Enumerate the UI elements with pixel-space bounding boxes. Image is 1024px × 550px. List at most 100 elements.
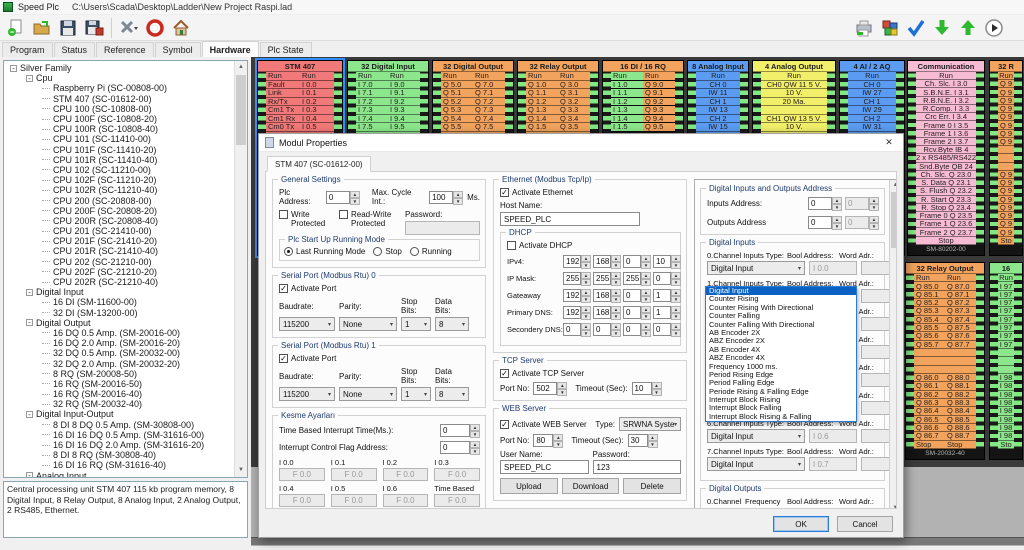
tab-symbol[interactable]: Symbol [155, 42, 201, 57]
interrupt-cell-field[interactable]: F 0.0 [279, 494, 325, 507]
interrupt-cell-field[interactable]: F 0.0 [331, 494, 377, 507]
scroll-thumb[interactable] [236, 75, 246, 145]
tree-item-32-rq-sm-20032-40[interactable]: 32 RQ (SM-20032-40) [4, 399, 233, 409]
collapse-icon[interactable]: - [26, 411, 33, 418]
ip-octet-spinner[interactable]: 168▲▼ [593, 306, 621, 319]
dropdown-item-abz-encoder-4x[interactable]: ABZ Encoder 4X [706, 354, 856, 362]
ip-octet-spinner[interactable]: 0▲▼ [653, 272, 681, 285]
ip-octet-spinner[interactable]: 255▲▼ [623, 272, 651, 285]
web-pass-field[interactable]: 123 [593, 460, 682, 474]
tab-program[interactable]: Program [2, 42, 53, 57]
inputs-type-dropdown-list[interactable]: Digital InputCounter RisingCounter Risin… [705, 286, 857, 422]
startup-radio-last-running-mode[interactable]: Last Running Mode [284, 247, 365, 256]
upload-button[interactable]: Upload [500, 478, 558, 494]
ip-octet-spinner[interactable]: 255▲▼ [563, 272, 591, 285]
tree-item-8-di-8-rq-sm-30808-40[interactable]: 8 DI 8 RQ (SM-30808-40) [4, 450, 233, 460]
dropdown-item-digital-input[interactable]: Digital Input [706, 287, 856, 295]
tree-item-cpu-102r-sc-11210-40[interactable]: CPU 102R (SC-11210-40) [4, 185, 233, 195]
tree-item-silver-family[interactable]: -Silver Family [4, 63, 233, 73]
ip-octet-spinner[interactable]: 0▲▼ [593, 323, 621, 336]
ip-octet-spinner[interactable]: 0▲▼ [623, 289, 651, 302]
ip-octet-spinner[interactable]: 255▲▼ [593, 272, 621, 285]
channels-scroll-up-icon[interactable]: ▲ [890, 180, 897, 191]
tree-item-cpu-202-sc-21210-00[interactable]: CPU 202 (SC-21210-00) [4, 257, 233, 267]
home-button[interactable] [169, 17, 193, 39]
channel-bool-field[interactable]: I 0.6 [809, 429, 857, 443]
tree-item-cpu-102f-sc-11210-20[interactable]: CPU 102F (SC-11210-20) [4, 175, 233, 185]
dropdown-item-counter-rising-with-directional[interactable]: Counter Rising With Directional [706, 304, 856, 312]
upload-button[interactable] [956, 17, 980, 39]
activate-port-checkbox[interactable]: ✓Activate Port [279, 284, 480, 293]
tree-item-8-rq-sm-20008-50[interactable]: 8 RQ (SM-20008-50) [4, 369, 233, 379]
serial-combo-stop-bits[interactable]: 1▾ [401, 387, 431, 401]
dropdown-item-ab-encoder-4x[interactable]: AB Encoder 4X [706, 346, 856, 354]
collapse-icon[interactable]: - [10, 65, 17, 72]
tab-plc-state[interactable]: Plc State [260, 42, 312, 57]
dropdown-item-interrupt-block-rising-falling[interactable]: Interrupt Block Rising & Falling [706, 413, 856, 421]
tab-hardware[interactable]: Hardware [202, 41, 259, 57]
ip-octet-spinner[interactable]: 1▲▼ [653, 306, 681, 319]
startup-radio-running[interactable]: Running [410, 247, 452, 256]
dropdown-item-ab-encoder-2x[interactable]: AB Encoder 2X [706, 329, 856, 337]
tcp-port-spinner[interactable]: 502▲▼ [533, 382, 567, 395]
channel-bool-field[interactable]: I 0.0 [809, 261, 857, 275]
tree-item-raspberry-pi-sc-00808-00[interactable]: Raspberry Pi (SC-00808-00) [4, 83, 233, 93]
tab-reference[interactable]: Reference [96, 42, 154, 57]
web-type-combo[interactable]: SRWNA Syster▾ [619, 417, 681, 431]
module-communication[interactable]: CommunicationRunCh. Slc. I 3.0S.B.N.E. I… [907, 60, 985, 256]
build-blocks-button[interactable] [878, 17, 902, 39]
outputs-address-spinner2[interactable]: 0▲▼ [845, 216, 879, 229]
plc-address-spinner[interactable]: 0▲▼ [326, 191, 360, 204]
tcp-timeout-spinner[interactable]: 10▲▼ [632, 382, 662, 395]
inputs-address-spinner2[interactable]: 0▲▼ [845, 197, 879, 210]
tree-item-16-di-16-dq-2-0-amp-sm-31616-20[interactable]: 16 DI 16 DQ 2.0 Amp. (SM-31616-20) [4, 440, 233, 450]
serial-combo-baudrate[interactable]: 115200▾ [279, 387, 335, 401]
ip-octet-spinner[interactable]: 0▲▼ [623, 255, 651, 268]
tree-item-32-dq-0-5-amp-sm-20032-00[interactable]: 32 DQ 0.5 Amp. (SM-20032-00) [4, 348, 233, 358]
dropdown-item-counter-rising[interactable]: Counter Rising [706, 295, 856, 303]
time-based-interrupt-spinner[interactable]: 0▲▼ [440, 424, 480, 437]
dialog-close-icon[interactable]: ✕ [881, 137, 897, 148]
module-32-r[interactable]: 32 RRunQ 9Q 9Q 9Q 9Q 9Q 9Q 9Q 9 Q 9Q 9Q … [989, 60, 1023, 256]
serial-combo-baudrate[interactable]: 115200▾ [279, 317, 335, 331]
dropdown-item-frequency-1000-ms[interactable]: Frequency 1000 ms. [706, 363, 856, 371]
tree-item-cpu-100f-sc-10808-20[interactable]: CPU 100F (SC-10808-20) [4, 114, 233, 124]
tree-item-cpu[interactable]: -Cpu [4, 73, 233, 83]
interrupt-cell-field[interactable]: F 0.0 [331, 468, 377, 481]
tree-item-cpu-202r-sc-21210-40[interactable]: CPU 202R (SC-21210-40) [4, 277, 233, 287]
serial-combo-data-bits[interactable]: 8▾ [435, 387, 469, 401]
tree-item-cpu-100-sc-10808-00[interactable]: CPU 100 (SC-10808-00) [4, 104, 233, 114]
ip-octet-spinner[interactable]: 168▲▼ [593, 255, 621, 268]
dialog-tab-stm407[interactable]: STM 407 (SC-01612-00) [267, 156, 371, 172]
tree-item-digital-input[interactable]: -Digital Input [4, 287, 233, 297]
tree-item-cpu-201f-sc-21410-20[interactable]: CPU 201F (SC-21410-20) [4, 236, 233, 246]
serial-combo-parity[interactable]: None▾ [339, 317, 397, 331]
new-file-button[interactable] [4, 17, 28, 39]
activate-port-checkbox[interactable]: ✓Activate Port [279, 354, 480, 363]
ip-octet-spinner[interactable]: 168▲▼ [593, 289, 621, 302]
tree-item-cpu-102-sc-11210-00[interactable]: CPU 102 (SC-11210-00) [4, 165, 233, 175]
startup-radio-stop[interactable]: Stop [373, 247, 401, 256]
web-timeout-spinner[interactable]: 30▲▼ [628, 434, 658, 447]
password-field[interactable] [405, 221, 480, 235]
save-button[interactable] [56, 17, 80, 39]
module-32-relay-output[interactable]: 32 Relay OutputRunRunQ 85.0Q 87.0Q 85.1Q… [905, 262, 985, 460]
ip-octet-spinner[interactable]: 0▲▼ [623, 323, 651, 336]
tree-item-cpu-200r-sc-20808-40[interactable]: CPU 200R (SC-20808-40) [4, 216, 233, 226]
tree-item-16-di-16-dq-0-5-amp-sm-31616-00[interactable]: 16 DI 16 DQ 0.5 Amp. (SM-31616-00) [4, 430, 233, 440]
ip-octet-spinner[interactable]: 10▲▼ [653, 255, 681, 268]
dropdown-item-abz-encoder-2x[interactable]: ABZ Encoder 2X [706, 337, 856, 345]
ip-octet-spinner[interactable]: 1▲▼ [653, 289, 681, 302]
run-button[interactable] [982, 17, 1006, 39]
verify-check-button[interactable] [904, 17, 928, 39]
collapse-icon[interactable]: - [26, 75, 33, 82]
tree-item-16-dq-2-0-amp-sm-20016-20[interactable]: 16 DQ 2.0 Amp. (SM-20016-20) [4, 338, 233, 348]
activate-web-checkbox[interactable]: ✓Activate WEB Server [500, 420, 591, 429]
serial-combo-stop-bits[interactable]: 1▾ [401, 317, 431, 331]
inputs-address-spinner[interactable]: 0▲▼ [808, 197, 842, 210]
dropdown-item-period-rising-edge[interactable]: Period Rising Edge [706, 371, 856, 379]
ip-octet-spinner[interactable]: 192▲▼ [563, 289, 591, 302]
channels-scroll-down-icon[interactable]: ▼ [890, 503, 897, 509]
serial-combo-parity[interactable]: None▾ [339, 387, 397, 401]
tree-item-cpu-200-sc-20808-00[interactable]: CPU 200 (SC-20808-00) [4, 195, 233, 205]
